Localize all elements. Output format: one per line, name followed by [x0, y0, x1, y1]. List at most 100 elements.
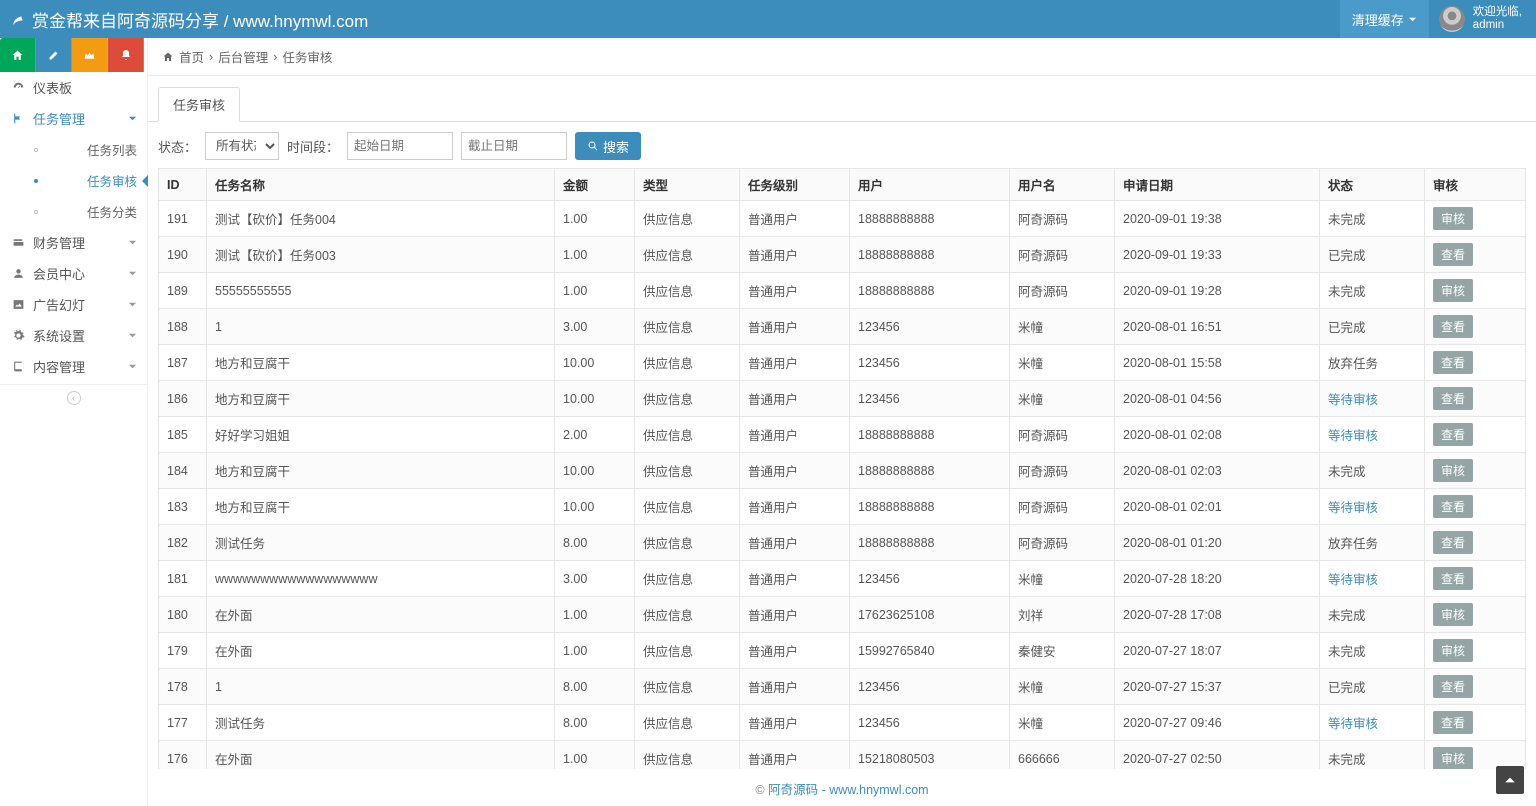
sidebar-item-task-list[interactable]: 任务列表 [0, 134, 147, 165]
cell: 184 [159, 453, 207, 489]
cell: 在外面 [207, 597, 555, 633]
cell: 普通用户 [740, 309, 850, 345]
user-menu[interactable]: 欢迎光临, admin [1429, 6, 1536, 32]
cell: 18888888888 [850, 417, 1010, 453]
brand[interactable]: 赏金帮来自阿奇源码分享 / www.hnymwl.com [10, 7, 368, 32]
table-row: 181wwwwwwwwwwwwwwwwww3.00供应信息普通用户123456米… [159, 561, 1526, 597]
view-button[interactable]: 查看 [1433, 711, 1473, 734]
cell: 供应信息 [635, 633, 740, 669]
wallet-icon [12, 236, 25, 249]
col-header: 金额 [555, 169, 635, 201]
audit-button[interactable]: 审核 [1433, 459, 1473, 482]
view-button[interactable]: 查看 [1433, 675, 1473, 698]
table-row: 189555555555551.00供应信息普通用户18888888888阿奇源… [159, 273, 1526, 309]
view-button[interactable]: 查看 [1433, 315, 1473, 338]
cell: 刘祥 [1010, 597, 1115, 633]
sidebar-item-content[interactable]: 内容管理 [0, 351, 147, 382]
scroll-top-button[interactable] [1496, 766, 1524, 794]
cell: 2020-08-01 01:20 [1115, 525, 1320, 561]
table-row: 190测试【砍价】任务0031.00供应信息普通用户18888888888阿奇源… [159, 237, 1526, 273]
audit-button[interactable]: 审核 [1433, 747, 1473, 769]
sidebar-item-member[interactable]: 会员中心 [0, 258, 147, 289]
sidebar-item-ad[interactable]: 广告幻灯 [0, 289, 147, 320]
cell: 阿奇源码 [1010, 489, 1115, 525]
audit-button[interactable]: 审核 [1433, 603, 1473, 626]
col-header: 用户 [850, 169, 1010, 201]
cell: 180 [159, 597, 207, 633]
cell: 普通用户 [740, 597, 850, 633]
cell: 18888888888 [850, 237, 1010, 273]
search-button[interactable]: 搜索 [575, 132, 641, 160]
audit-button[interactable]: 审核 [1433, 279, 1473, 302]
cell: 阿奇源码 [1010, 237, 1115, 273]
cell: 2020-07-27 09:46 [1115, 705, 1320, 741]
cell: 18888888888 [850, 489, 1010, 525]
action-cell: 查看 [1425, 561, 1526, 597]
view-button[interactable]: 查看 [1433, 423, 1473, 446]
sidebar-item-task-audit[interactable]: 任务审核 [0, 165, 147, 196]
chevron-down-icon [128, 362, 137, 371]
cell: 普通用户 [740, 381, 850, 417]
cell: 10.00 [555, 381, 635, 417]
chevron-down-icon [128, 114, 137, 123]
footer: © 阿奇源码 - www.hnymwl.com [148, 769, 1536, 806]
cell: 2020-08-01 02:01 [1115, 489, 1320, 525]
sidebar-item-dashboard[interactable]: 仪表板 [0, 72, 147, 103]
cell: 1.00 [555, 597, 635, 633]
action-cell: 查看 [1425, 417, 1526, 453]
cell: 2020-08-01 04:56 [1115, 381, 1320, 417]
crown-button[interactable] [72, 38, 108, 72]
bell-button[interactable] [108, 38, 144, 72]
cell: 18888888888 [850, 525, 1010, 561]
audit-button[interactable]: 审核 [1433, 207, 1473, 230]
audit-button[interactable]: 审核 [1433, 639, 1473, 662]
status-cell: 未完成 [1320, 741, 1425, 770]
view-button[interactable]: 查看 [1433, 531, 1473, 554]
cell: 供应信息 [635, 345, 740, 381]
cell: 17623625108 [850, 597, 1010, 633]
view-button[interactable]: 查看 [1433, 351, 1473, 374]
bell-icon [120, 49, 132, 61]
start-date-input[interactable] [347, 132, 453, 160]
sidebar-item-system[interactable]: 系统设置 [0, 320, 147, 351]
view-button[interactable]: 查看 [1433, 567, 1473, 590]
cell: 米幢 [1010, 345, 1115, 381]
cell: 普通用户 [740, 273, 850, 309]
sidebar-collapse[interactable]: ‹ [0, 384, 147, 409]
breadcrumb-home[interactable]: 首页 [179, 47, 204, 66]
edit-button[interactable] [36, 38, 72, 72]
cell: 阿奇源码 [1010, 273, 1115, 309]
chevron-down-icon [128, 238, 137, 247]
status-select[interactable]: 所有状态 [205, 132, 279, 160]
home-button[interactable] [0, 38, 36, 72]
cell: 供应信息 [635, 489, 740, 525]
cell: 供应信息 [635, 597, 740, 633]
table-row: 184地方和豆腐干10.00供应信息普通用户18888888888阿奇源码202… [159, 453, 1526, 489]
tab-task-audit[interactable]: 任务审核 [158, 87, 240, 122]
table-row: 187地方和豆腐干10.00供应信息普通用户123456米幢2020-08-01… [159, 345, 1526, 381]
breadcrumb: 首页 › 后台管理 › 任务审核 [148, 38, 1536, 76]
sidebar-item-task-mgmt[interactable]: 任务管理 [0, 103, 147, 134]
cell: 190 [159, 237, 207, 273]
view-button[interactable]: 查看 [1433, 495, 1473, 518]
end-date-input[interactable] [461, 132, 567, 160]
cell: 15218080503 [850, 741, 1010, 770]
cell: 18888888888 [850, 453, 1010, 489]
sidebar-item-finance[interactable]: 财务管理 [0, 227, 147, 258]
cell: 阿奇源码 [1010, 453, 1115, 489]
cell: 普通用户 [740, 669, 850, 705]
clear-cache-button[interactable]: 清理缓存 [1340, 0, 1429, 38]
cell: 普通用户 [740, 489, 850, 525]
view-button[interactable]: 查看 [1433, 243, 1473, 266]
action-cell: 审核 [1425, 741, 1526, 770]
view-button[interactable]: 查看 [1433, 387, 1473, 410]
status-cell: 等待审核 [1320, 417, 1425, 453]
cell: 666666 [1010, 741, 1115, 770]
table-row: 191测试【砍价】任务0041.00供应信息普通用户18888888888阿奇源… [159, 201, 1526, 237]
footer-brand-link[interactable]: 阿奇源码 - www.hnymwl.com [768, 783, 928, 797]
action-cell: 查看 [1425, 705, 1526, 741]
breadcrumb-l1[interactable]: 后台管理 [218, 47, 268, 66]
cell: 181 [159, 561, 207, 597]
sidebar-item-task-cat[interactable]: 任务分类 [0, 196, 147, 227]
cell: 米幢 [1010, 309, 1115, 345]
